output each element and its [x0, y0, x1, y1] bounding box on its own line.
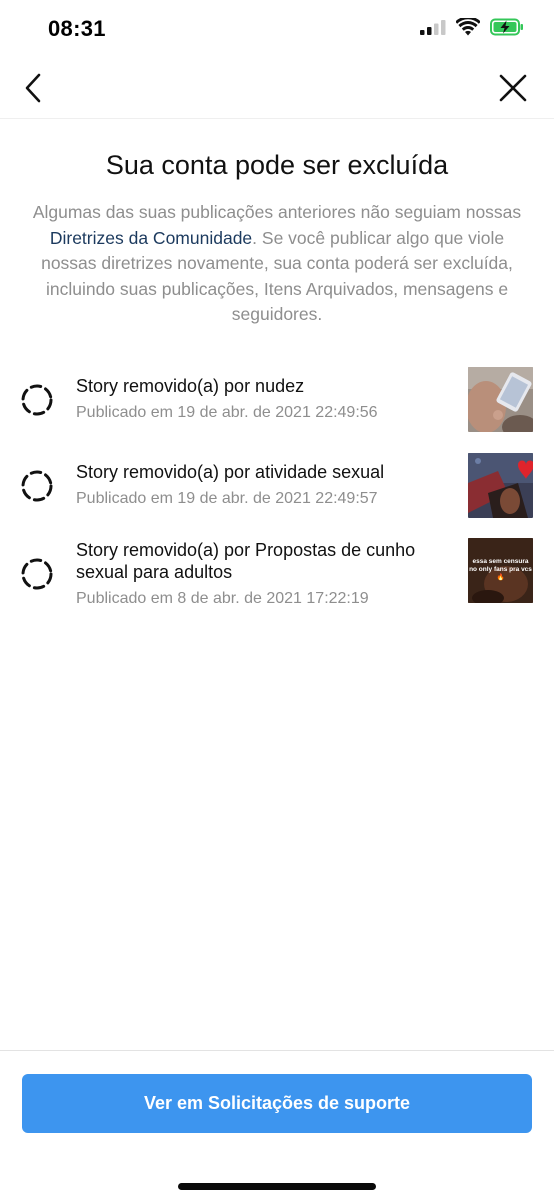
cellular-signal-icon	[420, 20, 446, 35]
page-title: Sua conta pode ser excluída	[105, 150, 449, 180]
loading-spinner-icon	[21, 470, 53, 502]
community-guidelines-link[interactable]: Diretrizes da Comunidade	[50, 228, 252, 248]
close-button[interactable]	[496, 70, 530, 106]
list-item-text: Story removido(a) por atividade sexual P…	[76, 461, 454, 509]
story-thumbnail[interactable]	[468, 367, 533, 432]
navigation-bar	[0, 60, 554, 119]
warning-description: Algumas das suas publicações anteriores …	[22, 200, 532, 328]
violation-title: Story removido(a) por atividade sexual	[76, 462, 385, 482]
status-bar: 08:31	[0, 0, 554, 60]
list-item[interactable]: Story removido(a) por Propostas de cunho…	[0, 534, 554, 609]
story-thumbnail-image	[468, 453, 533, 518]
violation-date: Publicado em 8 de abr. de 2021 17:22:19	[76, 590, 369, 607]
violation-title: Story removido(a) por nudez	[76, 376, 305, 396]
loading-spinner-icon	[21, 558, 53, 590]
list-item[interactable]: Story removido(a) por nudez Publicado em…	[0, 362, 554, 434]
story-thumbnail[interactable]	[468, 453, 533, 518]
violation-title: Story removido(a) por Propostas de cunho…	[76, 540, 416, 582]
battery-charging-icon	[490, 18, 523, 36]
violation-date: Publicado em 19 de abr. de 2021 22:49:56	[76, 404, 378, 421]
loading-spinner-icon	[21, 384, 53, 416]
close-icon	[499, 74, 527, 102]
status-icons	[420, 18, 524, 36]
description-text-start: Algumas das suas publicações anteriores …	[32, 202, 522, 222]
footer-divider	[0, 1050, 554, 1051]
story-thumbnail[interactable]: essa sem censura no only fans pra vcs 🔥	[468, 538, 533, 603]
violation-date: Publicado em 19 de abr. de 2021 22:49:57	[76, 490, 378, 507]
back-button[interactable]	[18, 70, 48, 106]
status-time: 08:31	[48, 16, 106, 41]
home-indicator	[178, 1183, 376, 1190]
chevron-left-icon	[25, 73, 41, 103]
list-item-text: Story removido(a) por nudez Publicado em…	[76, 375, 454, 423]
list-item[interactable]: Story removido(a) por atividade sexual P…	[0, 448, 554, 520]
story-thumbnail-caption: essa sem censura no only fans pra vcs 🔥	[469, 558, 532, 581]
wifi-icon	[456, 18, 480, 36]
story-thumbnail-image	[468, 367, 533, 432]
view-support-requests-button[interactable]: Ver em Solicitações de suporte	[22, 1074, 532, 1133]
list-item-text: Story removido(a) por Propostas de cunho…	[76, 539, 454, 609]
